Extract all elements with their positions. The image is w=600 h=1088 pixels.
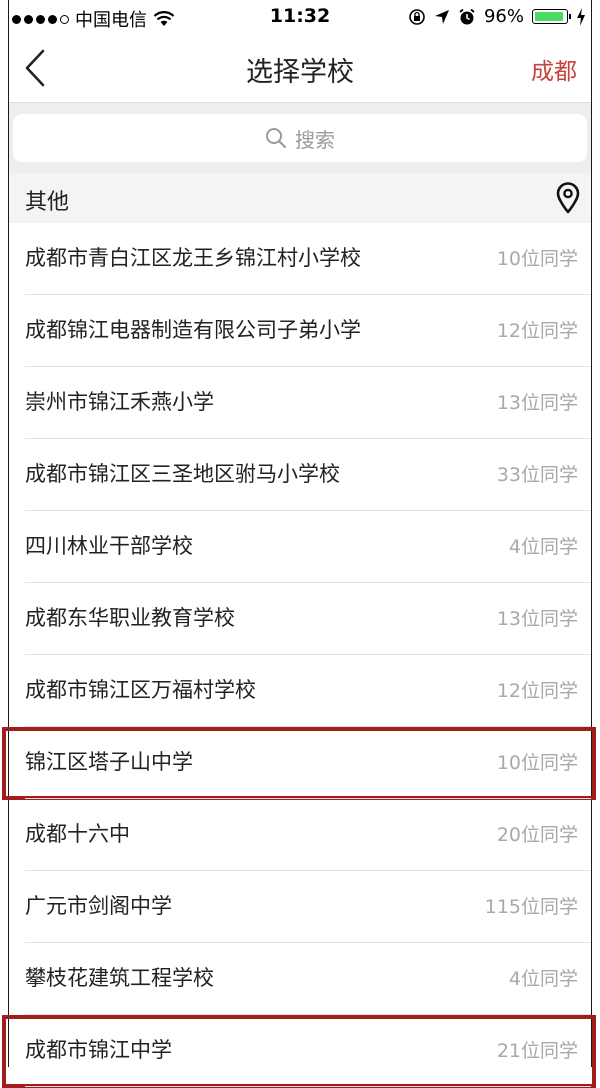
search-placeholder: 搜索	[295, 127, 335, 152]
school-list: 成都市青白江区龙王乡锦江村小学校 10位同学 成都锦江电器制造有限公司子弟小学 12位…	[2, 223, 596, 1088]
page-title: 选择学校	[246, 57, 354, 88]
classmate-count: 115位同学	[484, 896, 578, 918]
city-selector-button[interactable]: 成都	[531, 52, 577, 86]
classmate-count: 10位同学	[496, 248, 578, 270]
school-name: 成都东华职业教育学校	[25, 606, 235, 630]
school-list-item[interactable]: 成都十六中 20位同学	[9, 799, 591, 871]
school-list-item[interactable]: 崇州市锦江禾燕小学 13位同学	[9, 367, 591, 439]
classmate-count: 4位同学	[508, 968, 578, 990]
school-name: 四川林业干部学校	[25, 534, 193, 558]
classmate-count: 21位同学	[496, 1040, 578, 1062]
classmate-count: 20位同学	[496, 824, 578, 846]
status-right: 96%	[408, 6, 586, 27]
classmate-count: 13位同学	[496, 608, 578, 630]
search-input[interactable]: 搜索	[13, 114, 587, 162]
school-list-item[interactable]: 广元市剑阁中学 115位同学	[9, 871, 591, 943]
nav-bar: 选择学校 成都	[9, 34, 591, 103]
classmate-count: 12位同学	[496, 320, 578, 342]
classmate-count: 33位同学	[496, 464, 578, 486]
school-list-item[interactable]: 成都东华职业教育学校 13位同学	[9, 583, 591, 655]
location-pin-button[interactable]	[555, 182, 581, 218]
location-arrow-icon	[434, 9, 449, 24]
search-icon	[266, 128, 287, 149]
alarm-icon	[459, 8, 475, 24]
status-bar: 中国电信 11:32 96%	[0, 0, 600, 34]
location-pin-icon	[556, 182, 580, 214]
search-area: 搜索	[9, 103, 591, 173]
orientation-lock-icon	[409, 8, 425, 25]
school-name: 成都市锦江区三圣地区驸马小学校	[25, 462, 340, 486]
school-list-item[interactable]: 成都市锦江区三圣地区驸马小学校 33位同学	[9, 439, 591, 511]
school-list-item[interactable]: 成都市锦江区万福村学校 12位同学	[9, 655, 591, 727]
classmate-count: 4位同学	[508, 536, 578, 558]
school-name: 攀枝花建筑工程学校	[25, 966, 214, 990]
section-header: 其他	[9, 173, 591, 223]
school-list-item[interactable]: 成都市青白江区龙王乡锦江村小学校 10位同学	[9, 223, 591, 295]
charging-icon	[577, 7, 585, 26]
school-name: 锦江区塔子山中学	[25, 750, 193, 774]
school-name: 成都市锦江中学	[25, 1038, 172, 1062]
school-list-item[interactable]: 成都市锦江中学 21位同学	[2, 1015, 596, 1088]
battery-percent: 96%	[483, 6, 524, 27]
classmate-count: 12位同学	[496, 680, 578, 702]
school-list-item[interactable]: 锦江区塔子山中学 10位同学	[2, 727, 596, 800]
school-list-item[interactable]: 成都锦江电器制造有限公司子弟小学 12位同学	[9, 295, 591, 367]
school-name: 成都市青白江区龙王乡锦江村小学校	[25, 246, 361, 270]
school-list-item[interactable]: 攀枝花建筑工程学校 4位同学	[9, 943, 591, 1015]
school-name: 成都锦江电器制造有限公司子弟小学	[25, 318, 361, 342]
school-name: 崇州市锦江禾燕小学	[25, 390, 214, 414]
battery-icon	[532, 9, 571, 24]
school-name: 成都十六中	[25, 822, 130, 846]
classmate-count: 10位同学	[496, 752, 578, 774]
school-name: 成都市锦江区万福村学校	[25, 678, 256, 702]
school-name: 广元市剑阁中学	[25, 894, 172, 918]
classmate-count: 13位同学	[496, 392, 578, 414]
section-title: 其他	[25, 190, 70, 215]
school-list-item[interactable]: 四川林业干部学校 4位同学	[9, 511, 591, 583]
